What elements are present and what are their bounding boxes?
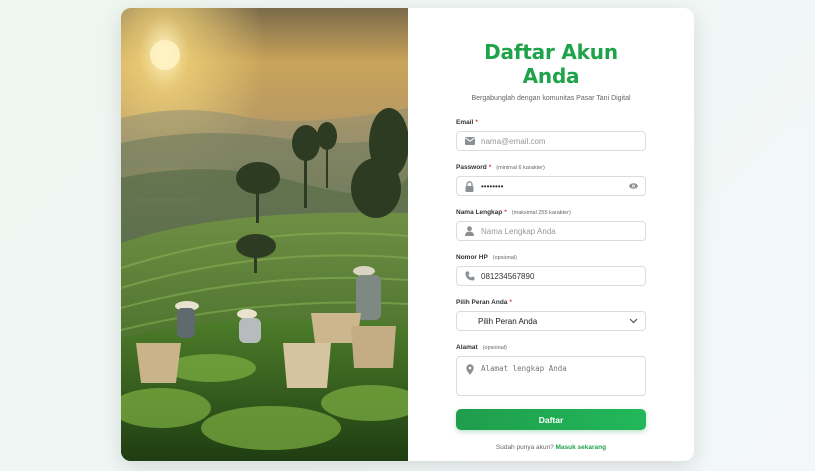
password-group: Password * (minimal 6 karakter) •••••••• xyxy=(456,164,646,196)
email-placeholder: nama@email.com xyxy=(481,136,546,146)
address-label: Alamat (opsional) xyxy=(456,344,507,351)
phone-icon xyxy=(464,271,475,282)
role-label: Pilih Peran Anda * xyxy=(456,299,512,306)
password-hint: (minimal 6 karakter) xyxy=(496,164,545,171)
phone-label: Nomor HP (opsional) xyxy=(456,254,517,261)
login-link[interactable]: Masuk sekarang xyxy=(556,444,607,451)
register-form: Daftar Akun Anda Bergabunglah dengan kom… xyxy=(408,8,694,461)
page-title: Daftar Akun Anda xyxy=(484,40,618,88)
email-field[interactable]: nama@email.com xyxy=(456,131,646,151)
login-prompt-text: Sudah punya akun? xyxy=(495,444,554,451)
email-group: Email * nama@email.com xyxy=(456,119,646,151)
login-prompt: Sudah punya akun? Masuk sekarang xyxy=(456,444,646,451)
phone-hint: (opsional) xyxy=(492,254,517,261)
address-field[interactable]: Alamat lengkap Anda xyxy=(456,356,646,396)
role-select[interactable]: Pilih Peran Anda xyxy=(456,311,646,331)
required-mark: * xyxy=(475,119,478,126)
fullname-group: Nama Lengkap * (maksimal 255 karakter) N… xyxy=(456,209,646,241)
role-selected: Pilih Peran Anda xyxy=(478,316,538,326)
eye-icon[interactable] xyxy=(628,181,638,191)
phone-placeholder: 081234567890 xyxy=(481,271,535,281)
lock-icon xyxy=(464,180,475,192)
password-label: Password * (minimal 6 karakter) xyxy=(456,164,545,171)
password-field[interactable]: •••••••• xyxy=(456,176,646,196)
fullname-placeholder: Nama Lengkap Anda xyxy=(481,226,556,236)
address-group: Alamat (opsional) Alamat lengkap Anda xyxy=(456,344,646,396)
required-mark: * xyxy=(509,299,512,306)
required-mark: * xyxy=(488,164,492,171)
fullname-label: Nama Lengkap * (maksimal 255 karakter) xyxy=(456,209,571,216)
register-card: Daftar Akun Anda Bergabunglah dengan kom… xyxy=(121,8,694,461)
register-button[interactable]: Daftar xyxy=(456,409,646,430)
required-mark: * xyxy=(504,209,507,216)
map-pin-icon xyxy=(464,364,475,375)
password-value: •••••••• xyxy=(481,181,504,191)
address-hint: (opsional) xyxy=(482,344,507,351)
role-group: Pilih Peran Anda * Pilih Peran Anda xyxy=(456,299,646,331)
email-label: Email * xyxy=(456,119,478,126)
chevron-down-icon xyxy=(628,316,638,326)
phone-group: Nomor HP (opsional) 081234567890 xyxy=(456,254,646,286)
fullname-field[interactable]: Nama Lengkap Anda xyxy=(456,221,646,241)
page-subtitle: Bergabunglah dengan komunitas Pasar Tani… xyxy=(471,95,631,102)
phone-field[interactable]: 081234567890 xyxy=(456,266,646,286)
fullname-hint: (maksimal 255 karakter) xyxy=(511,209,571,216)
user-icon xyxy=(464,226,475,237)
tea-plantation-image xyxy=(121,8,408,461)
address-placeholder: Alamat lengkap Anda xyxy=(481,364,567,373)
envelope-icon xyxy=(464,136,475,147)
